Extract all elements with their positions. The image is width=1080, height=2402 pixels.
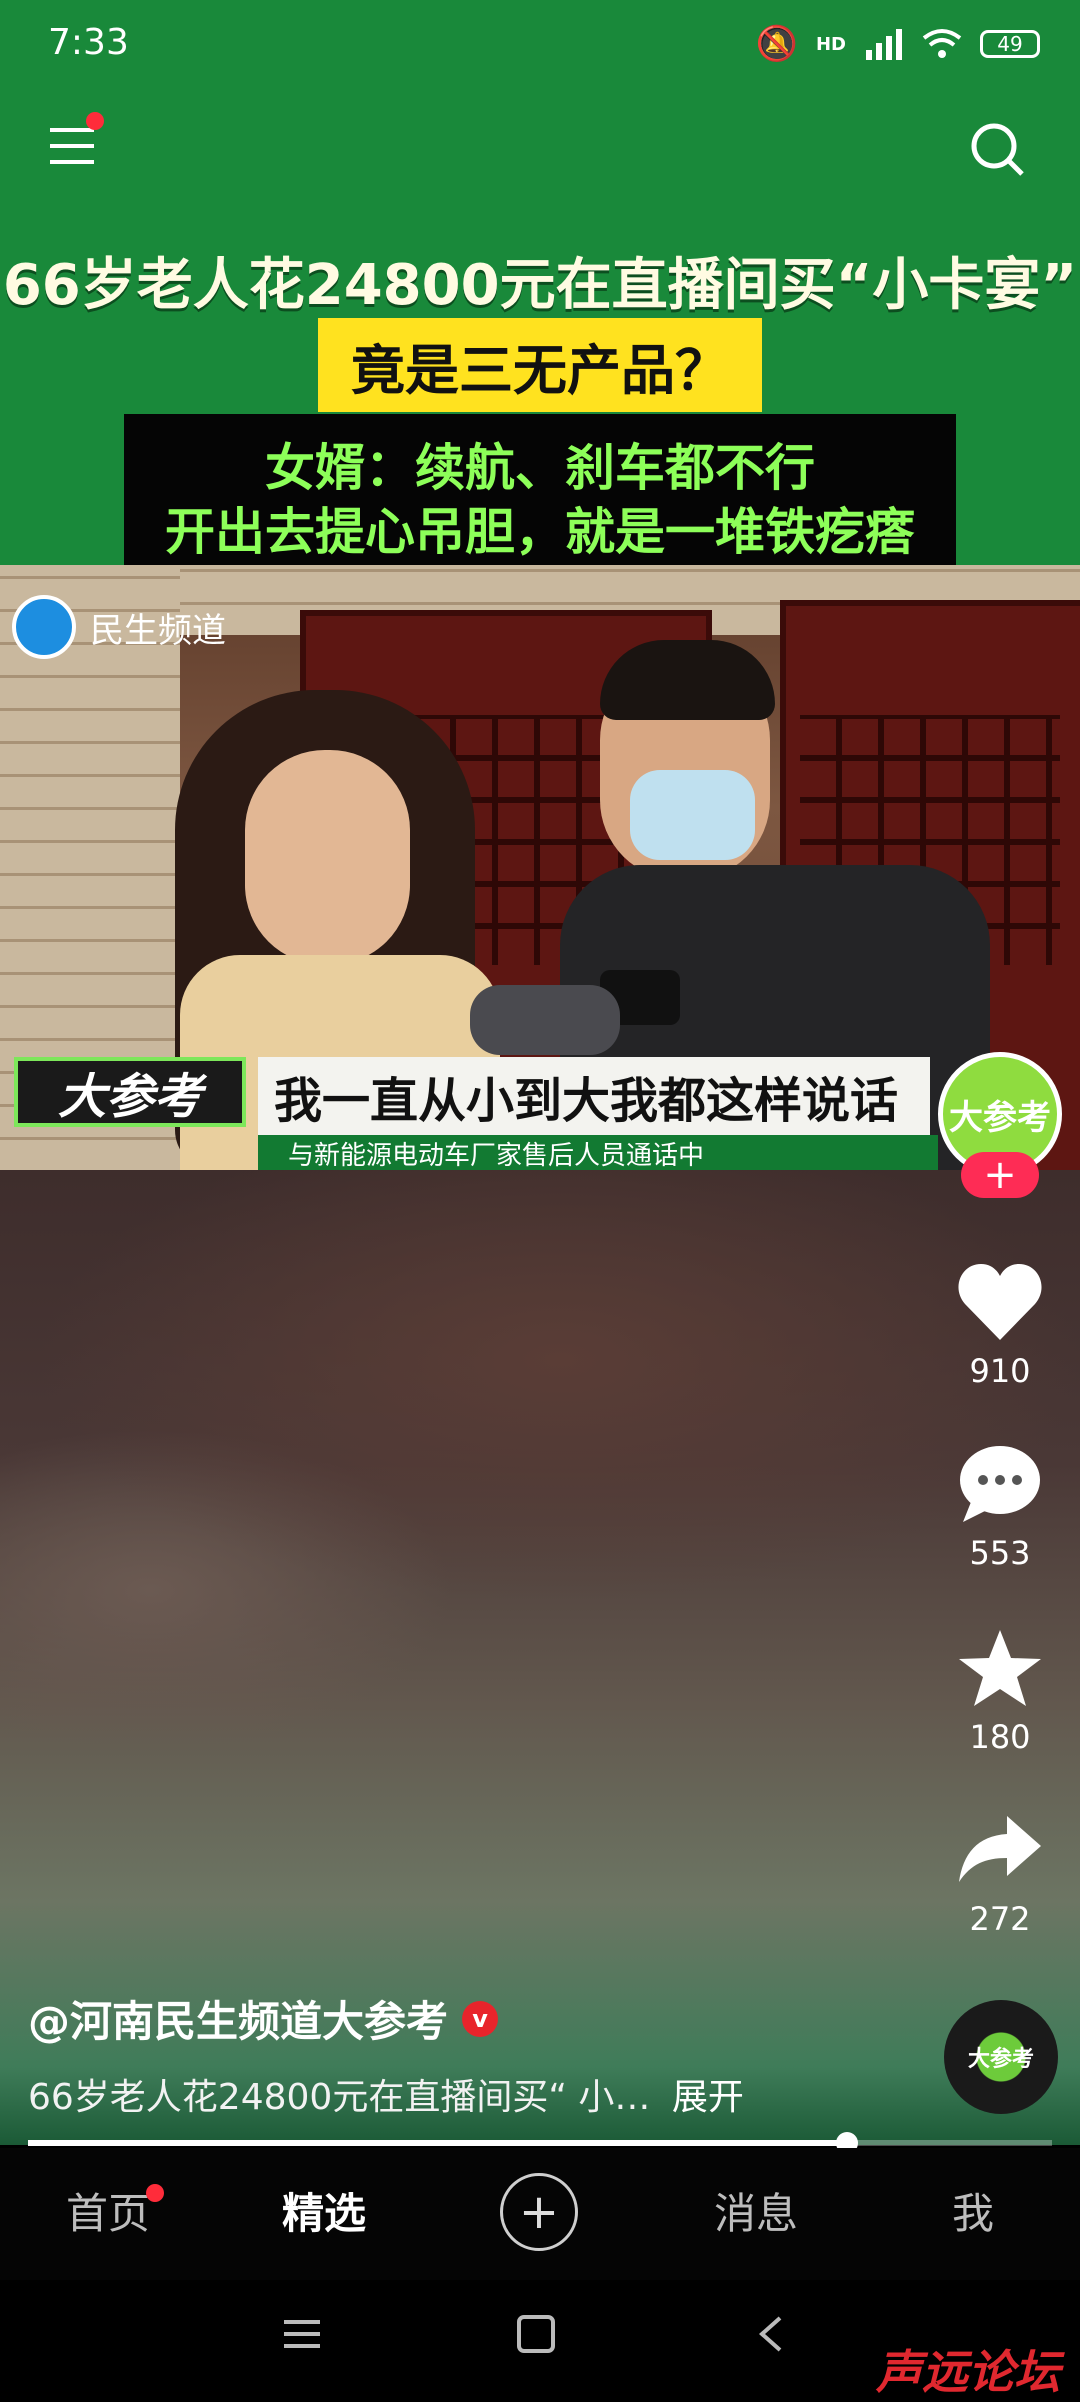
mute-bell-icon: 🔕	[755, 24, 798, 64]
author-name[interactable]: @河南民生频道大参考	[28, 1988, 448, 2049]
star-icon	[959, 1630, 1041, 1706]
nav-messages[interactable]: 消息	[714, 2180, 798, 2241]
system-home-icon[interactable]	[516, 2314, 556, 2354]
verified-badge-icon: v	[462, 2000, 499, 2037]
status-time: 7:33	[48, 22, 129, 63]
like-button[interactable]: 910	[950, 1262, 1050, 1390]
system-menu-icon[interactable]	[282, 2314, 322, 2354]
face-mask	[630, 770, 755, 860]
post-caption[interactable]: 66岁老人花24800元在直播间买“ 小… 展开	[28, 2068, 744, 2120]
comment-button[interactable]: 553	[950, 1444, 1050, 1572]
comment-icon	[960, 1446, 1040, 1522]
favorite-count: 180	[969, 1718, 1031, 1756]
battery-icon: 49	[980, 30, 1040, 58]
channel-logo-text: 民生频道	[90, 610, 226, 651]
signal-icon	[866, 29, 902, 60]
person-man-hair	[600, 640, 775, 720]
search-icon[interactable]	[966, 118, 1030, 182]
headline-quote-line1: 女婿：续航、刹车都不行	[265, 439, 815, 497]
expand-link[interactable]: 展开	[672, 2077, 744, 2118]
heart-icon	[958, 1264, 1042, 1340]
like-count: 910	[969, 1352, 1031, 1390]
comment-count: 553	[969, 1534, 1031, 1572]
person-woman-face	[245, 750, 410, 965]
video-subtitle: 我一直从小到大我都这样说话	[258, 1057, 930, 1135]
status-icons: 🔕 HD 49	[756, 20, 1040, 68]
watermark: 声远论坛	[876, 2345, 1060, 2399]
follow-button[interactable]: +	[961, 1152, 1039, 1198]
notification-dot	[86, 112, 104, 130]
author-name-row[interactable]: @河南民生频道大参考 v	[28, 1988, 499, 2049]
headline-quote-line2: 开出去提心吊胆，就是一堆铁疙瘩	[165, 503, 915, 561]
nav-home[interactable]: 首页	[66, 2180, 150, 2241]
share-button[interactable]: 272	[950, 1810, 1050, 1938]
network-label: HD	[815, 33, 846, 55]
system-back-icon[interactable]	[752, 2314, 792, 2354]
scooter-handle	[470, 985, 620, 1055]
program-tag: 大参考	[14, 1057, 246, 1127]
share-count: 272	[969, 1900, 1031, 1938]
music-disc[interactable]: 大参考	[944, 2000, 1058, 2114]
headline-title: 66岁老人花24800元在直播间买“小卡宴”	[2, 253, 1078, 318]
nav-me[interactable]: 我	[952, 2180, 994, 2241]
nav-featured[interactable]: 精选	[282, 2180, 366, 2241]
share-arrow-icon	[959, 1816, 1041, 1882]
caption-text: 66岁老人花24800元在直播间买“ 小…	[28, 2077, 651, 2118]
channel-logo: 民生频道	[12, 595, 226, 659]
progress-fill	[28, 2140, 848, 2146]
headline-question: 竟是三无产品？	[318, 318, 762, 412]
wifi-icon	[922, 29, 962, 58]
nav-home-dot	[146, 2184, 164, 2202]
favorite-button[interactable]: 180	[950, 1628, 1050, 1756]
video-subcaption: 与新能源电动车厂家售后人员通话中	[258, 1135, 938, 1171]
create-plus-button[interactable]: +	[500, 2173, 578, 2251]
channel-logo-icon	[12, 595, 76, 659]
